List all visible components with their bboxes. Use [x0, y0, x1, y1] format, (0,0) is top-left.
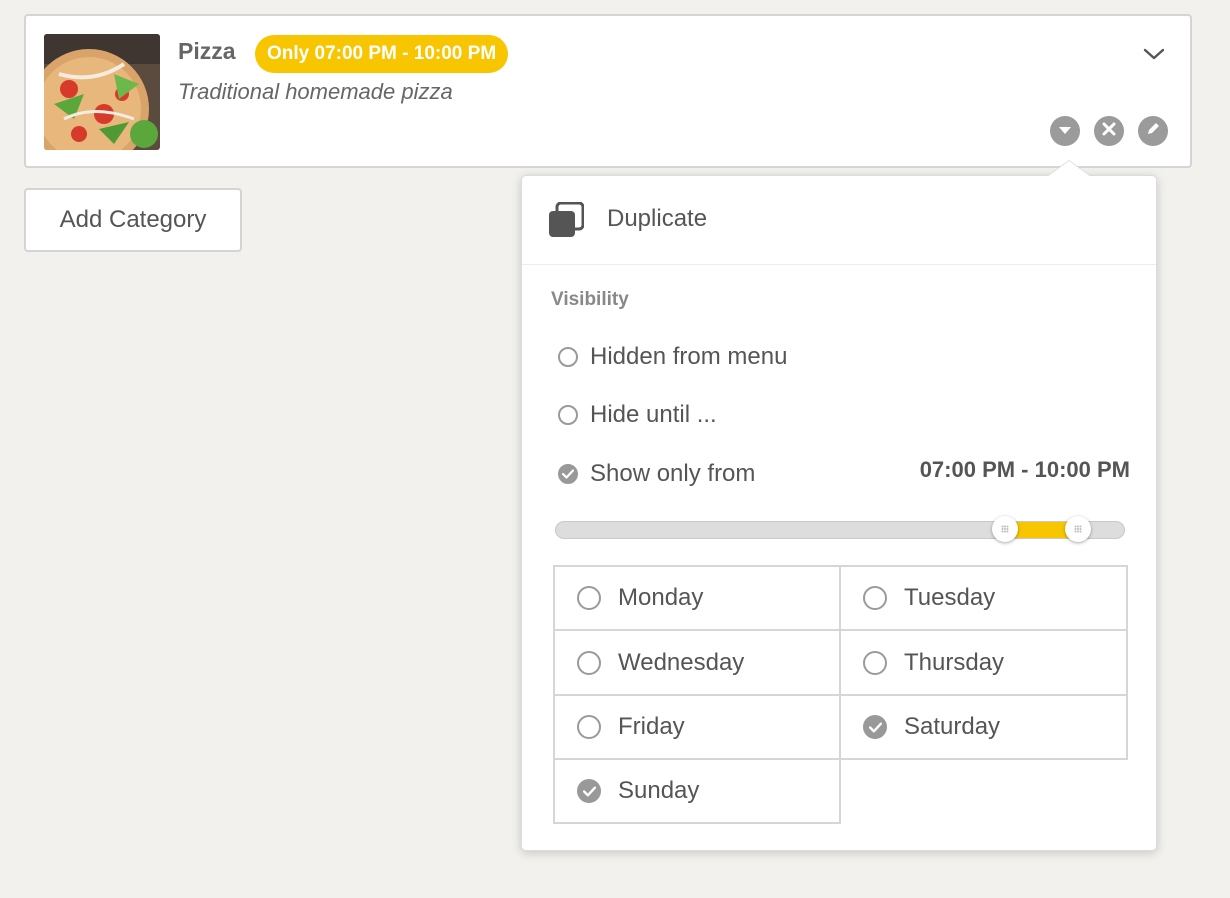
option-label: Hidden from menu	[590, 343, 788, 370]
close-icon	[1102, 122, 1116, 141]
category-image	[44, 34, 160, 150]
day-wednesday[interactable]: Wednesday	[553, 629, 841, 696]
pencil-icon	[1145, 121, 1161, 142]
check-icon	[868, 722, 882, 732]
option-hide-until[interactable]: Hide until ...	[558, 401, 717, 429]
day-label: Sunday	[618, 777, 700, 804]
option-show-only-from[interactable]: Show only from	[558, 460, 755, 488]
radio-thursday[interactable]	[863, 650, 887, 675]
duplicate-button[interactable]: Duplicate	[522, 176, 1156, 265]
day-monday[interactable]: Monday	[553, 565, 841, 631]
chevron-down-icon[interactable]	[1142, 42, 1166, 66]
category-subtitle: Traditional homemade pizza	[178, 79, 453, 104]
day-tuesday[interactable]: Tuesday	[839, 565, 1128, 631]
check-icon	[582, 786, 596, 796]
day-label: Wednesday	[618, 648, 745, 676]
weekday-grid: Monday Tuesday Wednesday Thursday Friday…	[553, 565, 1128, 824]
option-label: Show only from	[590, 460, 756, 487]
day-friday[interactable]: Friday	[553, 694, 841, 760]
category-card: Pizza Only 07:00 PM - 10:00 PM Tradition…	[24, 14, 1192, 168]
radio-friday[interactable]	[577, 715, 601, 739]
edit-button[interactable]	[1138, 116, 1168, 146]
grip-icon	[1001, 525, 1009, 533]
day-label: Tuesday	[904, 584, 996, 611]
radio-saturday[interactable]	[863, 715, 887, 739]
option-hidden-from-menu[interactable]: Hidden from menu	[558, 343, 787, 371]
category-title: Pizza	[178, 38, 236, 64]
category-options-popover: Duplicate Visibility Hidden from menu Hi…	[521, 161, 1157, 851]
day-label: Saturday	[904, 713, 1001, 740]
duplicate-icon	[548, 201, 585, 238]
day-label: Thursday	[904, 648, 1005, 676]
day-sunday[interactable]: Sunday	[553, 758, 841, 824]
duplicate-label: Duplicate	[607, 205, 708, 232]
radio-monday[interactable]	[577, 586, 601, 610]
time-range-label: 07:00 PM - 10:00 PM	[919, 457, 1130, 482]
day-label: Friday	[618, 713, 685, 740]
visibility-title: Visibility	[551, 289, 629, 310]
option-label: Hide until ...	[590, 401, 717, 428]
radio-tuesday[interactable]	[863, 586, 887, 610]
schedule-badge: Only 07:00 PM - 10:00 PM	[255, 35, 509, 73]
radio-show-only-from[interactable]	[558, 464, 578, 484]
grip-icon	[1074, 525, 1082, 533]
popover-arrow	[1047, 161, 1091, 177]
radio-hidden-from-menu[interactable]	[558, 347, 578, 367]
add-category-button[interactable]: Add Category	[24, 188, 242, 252]
day-thursday[interactable]: Thursday	[839, 629, 1128, 696]
caret-down-icon	[1058, 122, 1072, 140]
options-dropdown-button[interactable]	[1050, 116, 1080, 146]
slider-end-handle[interactable]	[1064, 516, 1091, 542]
day-saturday[interactable]: Saturday	[839, 694, 1128, 760]
delete-button[interactable]	[1094, 116, 1124, 146]
radio-sunday[interactable]	[577, 779, 601, 803]
card-actions	[1050, 116, 1168, 146]
day-label: Monday	[618, 584, 704, 611]
time-range-slider[interactable]	[555, 516, 1125, 542]
radio-hide-until[interactable]	[558, 405, 578, 425]
check-icon	[562, 469, 574, 479]
radio-wednesday[interactable]	[577, 650, 601, 675]
